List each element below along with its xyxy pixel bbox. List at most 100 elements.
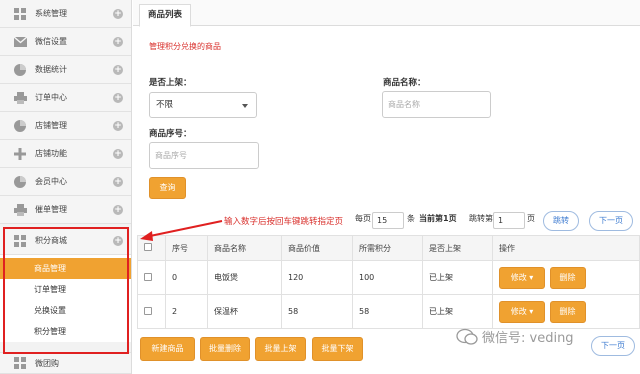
cell-name: 电饭煲 [207,260,282,295]
sidebar-item-reminders[interactable]: 催单管理 + [0,196,131,224]
expand-icon[interactable]: + [113,37,123,47]
product-name-input[interactable]: 商品名称 [382,91,491,118]
edit-button[interactable]: 修改 ▾ [499,266,545,289]
status-select[interactable]: 不限 [149,92,257,118]
cell-actions: 修改 ▾ 删除 [492,260,640,295]
status-label: 是否上架： [149,78,192,88]
sidebar-item-points-mall[interactable]: 积分商城 + [0,227,131,255]
grid-icon [13,356,27,370]
watermark: 微信号: veding [456,327,574,346]
expand-icon[interactable]: + [113,149,123,159]
row-checkbox[interactable] [144,272,152,281]
per-page-input[interactable]: 15 [372,212,404,229]
sidebar-item-wechat[interactable]: 微信设置 + [0,28,131,56]
batch-unpublish-button[interactable]: 批量下架 [312,337,363,361]
expand-icon[interactable]: + [113,121,123,131]
cell-value: 120 [281,260,353,295]
query-button[interactable]: 查询 [149,177,186,199]
sidebar-item-stats[interactable]: 数据统计 + [0,56,131,84]
jump-button[interactable]: 跳转 [543,211,579,231]
cell-points: 58 [352,294,423,329]
next-page-button[interactable]: 下一页 [589,211,633,231]
printer-icon [13,91,27,105]
sidebar-item-shop[interactable]: 店铺管理 + [0,112,131,140]
status-select-value: 不限 [156,100,174,110]
page-hint: 管理积分兑换的商品 [149,42,221,51]
sidebar-item-orders[interactable]: 订单中心 + [0,84,131,112]
row-checkbox-cell[interactable] [137,294,166,329]
submenu-item-product-management[interactable]: 商品管理 [0,258,131,279]
new-product-button[interactable]: 新建商品 [140,337,195,361]
annotation-text: 输入数字后按回车键跳转指定页 [224,217,344,227]
chevron-down-icon [242,104,248,108]
watermark-text: 微信号: veding [482,331,574,346]
sidebar-item-members[interactable]: 会员中心 + [0,168,131,196]
header-status: 是否上架 [422,235,493,261]
edit-button-label: 修改 [510,306,527,316]
per-page-suffix: 条 [407,214,415,223]
product-table: 序号 商品名称 商品价值 所需积分 是否上架 操作 0 电饭煲 120 100 … [137,235,640,329]
header-points: 所需积分 [352,235,423,261]
sidebar-item-label: 系统管理 [35,9,67,18]
cell-seq: 2 [165,294,208,329]
pie-chart-icon [13,63,27,77]
header-seq: 序号 [165,235,208,261]
cell-status: 已上架 [422,260,493,295]
next-page-button-bottom[interactable]: 下一页 [591,336,635,356]
points-mall-submenu: 商品管理 订单管理 兑换设置 积分管理 [0,255,131,342]
printer-icon [13,203,27,217]
sidebar-item-system[interactable]: 系统管理 + [0,0,131,28]
expand-icon[interactable]: + [113,93,123,103]
edit-button-label: 修改 [510,272,527,282]
cell-name: 保温杯 [207,294,282,329]
cell-actions: 修改 ▾ 删除 [492,294,640,329]
header-value: 商品价值 [281,235,353,261]
edit-button[interactable]: 修改 ▾ [499,300,545,323]
jump-page-input[interactable]: 1 [493,212,525,229]
main-content: 商品列表 管理积分兑换的商品 是否上架： 不限 商品名称： 商品名称 商品序号：… [133,0,640,374]
submenu-item-points-management[interactable]: 积分管理 [0,321,131,342]
cell-seq: 0 [165,260,208,295]
header-name: 商品名称 [207,235,282,261]
cell-points: 100 [352,260,423,295]
cell-status: 已上架 [422,294,493,329]
chevron-down-icon: ▾ [529,272,534,282]
expand-icon[interactable]: + [113,236,123,246]
row-checkbox[interactable] [144,306,152,315]
batch-delete-button[interactable]: 批量删除 [200,337,250,361]
header-actions: 操作 [492,235,640,261]
row-checkbox-cell[interactable] [137,260,166,295]
table-row: 2 保温杯 58 58 已上架 修改 ▾ 删除 [137,294,640,329]
submenu-item-exchange-settings[interactable]: 兑换设置 [0,300,131,321]
expand-icon[interactable]: + [113,177,123,187]
jump-prefix: 跳转第 [469,214,493,223]
expand-icon[interactable]: + [113,9,123,19]
batch-publish-button[interactable]: 批量上架 [255,337,306,361]
wechat-icon [456,328,478,345]
sidebar-item-label: 店铺功能 [35,149,67,158]
tab-product-list[interactable]: 商品列表 [139,4,192,27]
sidebar-item-label: 店铺管理 [35,121,67,130]
expand-icon[interactable]: + [113,65,123,75]
product-code-input[interactable]: 商品序号 [149,142,259,169]
expand-icon[interactable]: + [113,205,123,215]
delete-button[interactable]: 删除 [549,300,586,323]
grid-icon [13,234,27,248]
submenu-item-order-management[interactable]: 订单管理 [0,279,131,300]
sidebar-item-group-buy[interactable]: 微团购 [0,352,131,374]
sidebar-item-label: 微信设置 [35,37,67,46]
chevron-down-icon: ▾ [529,306,534,316]
sidebar: 系统管理 + 微信设置 + 数据统计 + 订单中心 + 店铺管理 + 店铺功能 … [0,0,132,374]
mail-icon [13,35,27,49]
pie-chart-icon [13,175,27,189]
sidebar-item-shop-functions[interactable]: 店铺功能 + [0,140,131,168]
sidebar-item-label: 催单管理 [35,205,67,214]
cell-value: 58 [281,294,353,329]
select-all-checkbox[interactable] [144,243,152,251]
sidebar-item-label: 数据统计 [35,65,67,74]
delete-button[interactable]: 删除 [549,266,586,289]
jump-suffix: 页 [527,214,535,223]
sidebar-item-label: 积分商城 [35,236,67,245]
sidebar-item-label: 会员中心 [35,177,67,186]
select-all-cell[interactable] [137,235,166,261]
